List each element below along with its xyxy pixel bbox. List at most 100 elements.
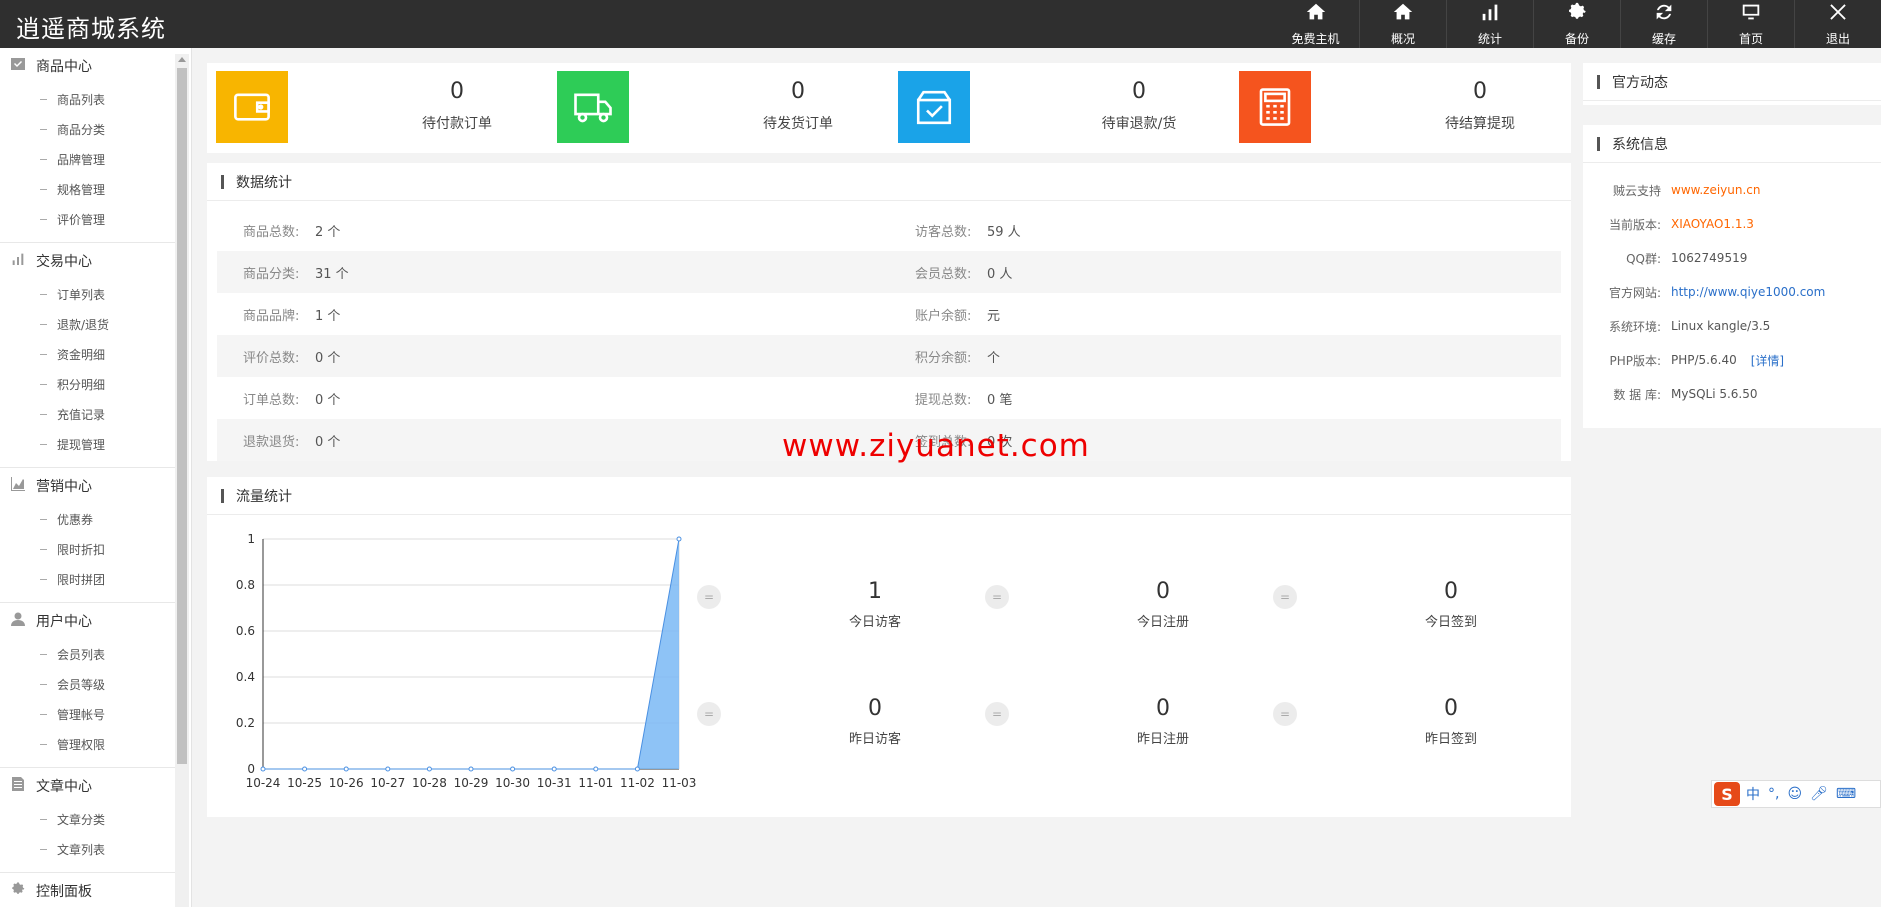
sidebar-item[interactable]: 限时拼团 <box>0 564 176 594</box>
topnav-item-4[interactable]: 缓存 <box>1620 0 1707 48</box>
traffic-stat: = 0 今日签到 <box>1273 575 1561 645</box>
sidebar-item[interactable]: 退款/退货 <box>0 309 176 339</box>
sidebar-item[interactable]: 商品列表 <box>0 84 176 114</box>
sidebar-item[interactable]: 提现管理 <box>0 429 176 459</box>
topnav-item-1[interactable]: 概况 <box>1359 0 1446 48</box>
checked-box-icon <box>898 71 970 143</box>
microphone-icon[interactable]: 🎤︎ <box>1810 786 1828 802</box>
sidebar-section-header[interactable]: 用户中心 <box>0 603 176 639</box>
sysinfo-key: 官方网站: <box>1608 285 1661 300</box>
order-stat[interactable]: 0 待结算提现 <box>1230 71 1570 143</box>
data-stat-value: 0 个 <box>315 350 341 366</box>
data-stats-table: 商品总数: 2 个 访客总数: 59 人商品分类: 31 个 会员总数: 0 人商品品牌: 1… <box>217 209 1561 461</box>
chart-x-tick-label: 10-26 <box>329 776 364 790</box>
traffic-stat-value: 0 <box>868 696 882 721</box>
sysinfo-row: 当前版本: XIAOYAO1.1.3 <box>1583 207 1881 241</box>
data-stat-key: 提现总数: <box>915 392 972 408</box>
gear-icon <box>1566 1 1588 27</box>
sidebar-item[interactable]: 文章分类 <box>0 804 176 834</box>
sidebar-section: 用户中心 会员列表 会员等级 管理帐号 管理权限 <box>0 603 176 768</box>
sidebar-item[interactable]: 会员等级 <box>0 669 176 699</box>
topnav-item-6[interactable]: 退出 <box>1794 0 1881 48</box>
sidebar-item[interactable]: 管理帐号 <box>0 699 176 729</box>
monitor-icon <box>1740 1 1762 27</box>
chart-x-tick-label: 11-02 <box>620 776 655 790</box>
ime-punct[interactable]: °, <box>1768 786 1779 802</box>
equals-icon: = <box>697 702 721 726</box>
news-card: 官方动态 <box>1583 63 1881 105</box>
smiley-icon[interactable]: ☺ <box>1787 786 1802 802</box>
sidebar-item[interactable]: 会员列表 <box>0 639 176 669</box>
traffic-stat-value: 0 <box>1444 579 1458 604</box>
topnav-label: 缓存 <box>1651 32 1676 46</box>
ime-logo[interactable]: S <box>1714 782 1740 806</box>
data-stat-cell: 账户余额: 元 <box>889 305 1561 324</box>
wallet-icon <box>216 71 288 143</box>
traffic-stat: = 1 今日访客 <box>697 575 985 645</box>
ime-toolbar[interactable]: S 中 °, ☺ 🎤︎ ⌨ <box>1711 780 1881 808</box>
sidebar-section: 商品中心商品列表 商品分类 品牌管理 规格管理 评价管理 <box>0 48 176 243</box>
sysinfo-value[interactable]: http://www.qiye1000.com <box>1671 285 1825 299</box>
chart-y-tick-label: 0 <box>247 762 255 776</box>
sysinfo-value[interactable]: www.zeiyun.cn <box>1671 183 1761 197</box>
order-stat[interactable]: 0 待审退款/货 <box>889 71 1229 143</box>
sidebar-scrollbar[interactable] <box>175 54 189 907</box>
sidebar-item[interactable]: 商品分类 <box>0 114 176 144</box>
traffic-stat-label: 今日访客 <box>848 615 901 630</box>
sidebar-item[interactable]: 优惠券 <box>0 504 176 534</box>
scroll-up-arrow-icon[interactable] <box>178 57 186 62</box>
gear-icon <box>10 881 36 901</box>
user-icon <box>10 611 36 631</box>
ime-mode[interactable]: 中 <box>1746 784 1760 804</box>
sidebar-section-title: 营销中心 <box>36 479 92 495</box>
sidebar-section-header[interactable]: 控制面板 <box>0 873 176 907</box>
sidebar-section-header[interactable]: 交易中心 <box>0 243 176 279</box>
equals-icon: = <box>985 702 1009 726</box>
traffic-stat-value: 0 <box>1444 696 1458 721</box>
order-stat[interactable]: 0 待付款订单 <box>207 71 547 143</box>
keyboard-icon[interactable]: ⌨ <box>1836 786 1856 802</box>
equals-icon: = <box>697 585 721 609</box>
bar-chart-icon <box>10 251 36 271</box>
calculator-icon <box>1239 71 1311 143</box>
topnav-item-5[interactable]: 首页 <box>1707 0 1794 48</box>
topnav-item-3[interactable]: 备份 <box>1533 0 1620 48</box>
chart-y-tick-label: 0.4 <box>236 670 255 684</box>
traffic-stat-value: 0 <box>1156 696 1170 721</box>
sidebar-section-header[interactable]: 营销中心 <box>0 468 176 504</box>
topnav-item-2[interactable]: 统计 <box>1446 0 1533 48</box>
app-title: 逍遥商城系统 <box>16 15 166 43</box>
sidebar-item[interactable]: 评价管理 <box>0 204 176 234</box>
sidebar-section-header[interactable]: 商品中心 <box>0 48 176 84</box>
sidebar-item[interactable]: 管理权限 <box>0 729 176 759</box>
sidebar-item[interactable]: 订单列表 <box>0 279 176 309</box>
topnav-item-0[interactable]: 免费主机 <box>1272 0 1359 48</box>
chart-y-tick-label: 1 <box>247 532 255 546</box>
sysinfo-key: QQ群: <box>1626 251 1661 266</box>
sysinfo-row: 系统环境: Linux kangle/3.5 <box>1583 309 1881 343</box>
chart-x-tick-label: 10-24 <box>246 776 281 790</box>
sidebar-item[interactable]: 文章列表 <box>0 834 176 864</box>
data-stat-value: 31 个 <box>315 266 349 282</box>
sysinfo-value: 1062749519 <box>1671 251 1748 265</box>
data-stat-cell: 积分余额: 个 <box>889 347 1561 366</box>
data-stat-key: 积分余额: <box>915 350 972 366</box>
order-stat[interactable]: 0 待发货订单 <box>548 71 888 143</box>
data-stat-key: 商品品牌: <box>243 308 300 324</box>
scrollbar-thumb[interactable] <box>177 68 187 764</box>
sidebar-section-title: 商品中心 <box>36 59 92 75</box>
chart-point <box>302 766 308 772</box>
sidebar-section-header[interactable]: 文章中心 <box>0 768 176 804</box>
sidebar-item[interactable]: 品牌管理 <box>0 144 176 174</box>
sidebar-item[interactable]: 充值记录 <box>0 399 176 429</box>
details-link[interactable]: [详情] <box>1751 352 1784 369</box>
chart-point <box>468 766 474 772</box>
sidebar-section: 交易中心 订单列表 退款/退货 资金明细 积分明细 充值记录 提现管理 <box>0 243 176 468</box>
sysinfo-row: PHP版本: PHP/5.6.40 [详情] <box>1583 343 1881 377</box>
data-stats-row: 商品总数: 2 个 访客总数: 59 人 <box>217 209 1561 251</box>
sidebar-item[interactable]: 规格管理 <box>0 174 176 204</box>
sidebar-item[interactable]: 资金明细 <box>0 339 176 369</box>
sidebar-item[interactable]: 限时折扣 <box>0 534 176 564</box>
data-stat-cell: 评价总数: 0 个 <box>217 347 889 366</box>
sidebar-item[interactable]: 积分明细 <box>0 369 176 399</box>
